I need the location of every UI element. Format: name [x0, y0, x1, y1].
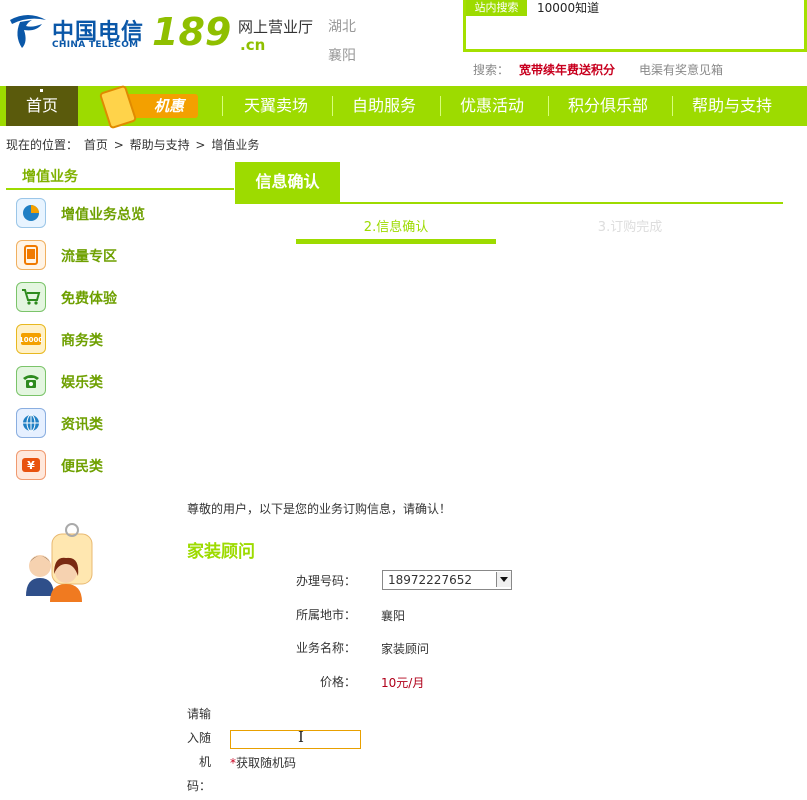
- text-cursor-icon: I: [298, 728, 304, 746]
- svg-text:¥: ¥: [27, 459, 35, 472]
- get-code-label: 获取随机码: [236, 756, 297, 770]
- hall-name: 网上营业厅: [238, 18, 314, 36]
- code-label-line: 机: [199, 755, 212, 769]
- confirm-notice: 尊敬的用户，以下是您的业务订购信息，请确认！: [187, 502, 452, 516]
- sidebar-item-label: 便民类: [61, 459, 103, 475]
- search-tab[interactable]: 站内搜索: [466, 0, 527, 16]
- sidebar-item-label: 增值业务总览: [61, 207, 145, 223]
- nav-item-self-service[interactable]: 自助服务: [336, 86, 432, 126]
- step-current: 2.信息确认: [363, 220, 429, 235]
- nav-separator: [548, 96, 549, 116]
- sidebar-item-label: 流量专区: [61, 249, 117, 265]
- nav-separator: [222, 96, 223, 116]
- service-title: 家装顾问: [187, 542, 255, 562]
- nav-separator: [332, 96, 333, 116]
- nav-home-dot: [40, 89, 43, 92]
- domain-suffix: .cn: [240, 36, 266, 54]
- price-label: 价格：: [319, 675, 356, 689]
- breadcrumb-current: 增值业务: [211, 138, 260, 152]
- verification-code-input[interactable]: [230, 730, 361, 749]
- china-telecom-logo-icon[interactable]: [6, 12, 50, 50]
- phone-number-select[interactable]: 18972227652: [382, 570, 512, 590]
- sidebar-item-label: 娱乐类: [61, 375, 103, 391]
- sidebar-item-free-trial[interactable]: 免费体验: [16, 282, 216, 314]
- brand-189-logo[interactable]: 189: [152, 10, 231, 54]
- nav-home[interactable]: 首页: [6, 86, 78, 126]
- step-current-bar: [296, 239, 496, 244]
- sidebar-item-business[interactable]: 10000 商务类: [16, 324, 216, 356]
- 10000-badge-icon: 10000: [16, 324, 46, 354]
- sidebar-item-data-zone[interactable]: 流量专区: [16, 240, 216, 272]
- breadcrumb-sep: >: [195, 138, 206, 152]
- sidebar-item-overview[interactable]: 增值业务总览: [16, 198, 216, 230]
- nav-item-points-club[interactable]: 积分俱乐部: [552, 86, 664, 126]
- step-next: 3.订购完成: [597, 220, 663, 235]
- search-hot-label: 搜索：: [473, 63, 510, 77]
- breadcrumb-help[interactable]: 帮助与支持: [130, 138, 190, 152]
- sidebar-item-label: 商务类: [61, 333, 103, 349]
- code-label-line: 入随: [187, 731, 212, 745]
- code-label-line: 请输: [187, 707, 212, 721]
- telephone-icon: [16, 366, 46, 396]
- breadcrumb-prefix: 现在的位置：: [6, 138, 79, 152]
- sidebar-item-entertainment[interactable]: 娱乐类: [16, 366, 216, 398]
- province-label[interactable]: 湖北: [328, 16, 356, 36]
- sidebar-item-convenience[interactable]: ¥ 便民类: [16, 450, 216, 482]
- cart-icon: [16, 282, 46, 312]
- mobile-phone-icon: [16, 240, 46, 270]
- nav-item-help[interactable]: 帮助与支持: [676, 86, 788, 126]
- price-value: 10元/月: [381, 676, 425, 690]
- code-label-line: 码：: [187, 779, 212, 793]
- breadcrumb: 现在的位置： 首页 > 帮助与支持 > 增值业务: [6, 136, 261, 153]
- sidebar-item-label: 免费体验: [61, 291, 117, 307]
- sidebar-title: 增值业务: [22, 169, 78, 185]
- customer-service-avatar-icon: [26, 523, 93, 602]
- region-value: 襄阳: [381, 609, 406, 623]
- sidebar-item-label: 资讯类: [61, 417, 103, 433]
- tab-underline: [235, 202, 783, 204]
- region-label: 所属地市：: [296, 608, 357, 622]
- svg-text:10000: 10000: [20, 336, 42, 344]
- service-name-label: 业务名称：: [296, 641, 357, 655]
- phone-label: 办理号码：: [296, 574, 357, 588]
- nav-separator: [672, 96, 673, 116]
- yuan-icon: ¥: [16, 450, 46, 480]
- chevron-down-icon[interactable]: [496, 572, 511, 587]
- globe-icon: [16, 408, 46, 438]
- breadcrumb-home[interactable]: 首页: [84, 138, 108, 152]
- logo-english-text: CHINA TELECOM: [52, 40, 139, 50]
- hot-link-broadband[interactable]: 宽带续年费送积分: [519, 61, 615, 78]
- get-code-link[interactable]: *获取随机码: [230, 754, 296, 771]
- breadcrumb-sep: >: [113, 138, 124, 152]
- search-input[interactable]: [470, 20, 806, 50]
- hot-link-feedback[interactable]: 电渠有奖意见箱: [639, 61, 723, 78]
- nav-separator: [440, 96, 441, 116]
- nav-item-tianyi-shop[interactable]: 天翼卖场: [228, 86, 324, 126]
- search-keyword[interactable]: 10000知道: [537, 0, 599, 16]
- sidebar-divider: [6, 188, 234, 190]
- pie-chart-icon: [16, 198, 46, 228]
- sidebar-item-news[interactable]: 资讯类: [16, 408, 216, 440]
- service-name-value: 家装顾问: [381, 642, 430, 656]
- tab-info-confirm[interactable]: 信息确认: [235, 162, 340, 202]
- nav-item-promotions[interactable]: 优惠活动: [444, 86, 540, 126]
- city-label[interactable]: 襄阳: [328, 45, 356, 65]
